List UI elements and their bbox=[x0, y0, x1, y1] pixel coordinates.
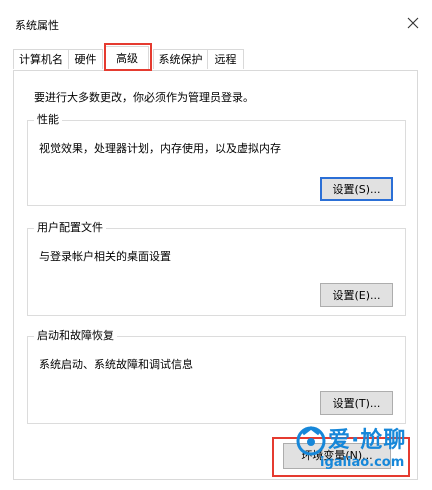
performance-group: 性能 视觉效果，处理器计划，内存使用，以及虚拟内存 设置(S)... bbox=[27, 113, 406, 206]
title-bar: 系统属性 bbox=[0, 0, 432, 38]
window-title: 系统属性 bbox=[15, 19, 59, 32]
watermark-text: 爱·尬聊 bbox=[328, 428, 407, 453]
tab-system-protection[interactable]: 系统保护 bbox=[153, 49, 208, 69]
user-profiles-settings-button[interactable]: 设置(E)... bbox=[320, 283, 393, 307]
tab-advanced[interactable]: 高级 bbox=[105, 46, 149, 71]
group-description: 视觉效果，处理器计划，内存使用，以及虚拟内存 bbox=[39, 142, 281, 155]
watermark-logo-icon bbox=[296, 426, 326, 456]
tab-computer-name[interactable]: 计算机名 bbox=[13, 49, 69, 69]
startup-recovery-settings-button[interactable]: 设置(T)... bbox=[320, 391, 393, 415]
watermark-url: igaliao.com bbox=[320, 455, 405, 470]
startup-recovery-group: 启动和故障恢复 系统启动、系统故障和调试信息 设置(T)... bbox=[27, 329, 406, 424]
watermark: 爱·尬聊 igaliao.com bbox=[294, 422, 430, 478]
close-icon bbox=[407, 17, 419, 29]
group-title: 用户配置文件 bbox=[34, 221, 106, 235]
tab-hardware[interactable]: 硬件 bbox=[68, 49, 103, 69]
user-profiles-group: 用户配置文件 与登录帐户相关的桌面设置 设置(E)... bbox=[27, 221, 406, 316]
tab-remote[interactable]: 远程 bbox=[207, 49, 244, 69]
admin-notice: 要进行大多数更改，你必须作为管理员登录。 bbox=[34, 91, 254, 104]
tab-strip: 计算机名 硬件 高级 系统保护 远程 bbox=[13, 46, 413, 71]
performance-settings-button[interactable]: 设置(S)... bbox=[320, 177, 393, 201]
group-description: 系统启动、系统故障和调试信息 bbox=[39, 358, 193, 371]
close-button[interactable] bbox=[400, 10, 426, 36]
group-title: 启动和故障恢复 bbox=[34, 329, 117, 343]
group-description: 与登录帐户相关的桌面设置 bbox=[39, 250, 171, 263]
group-title: 性能 bbox=[34, 113, 62, 127]
